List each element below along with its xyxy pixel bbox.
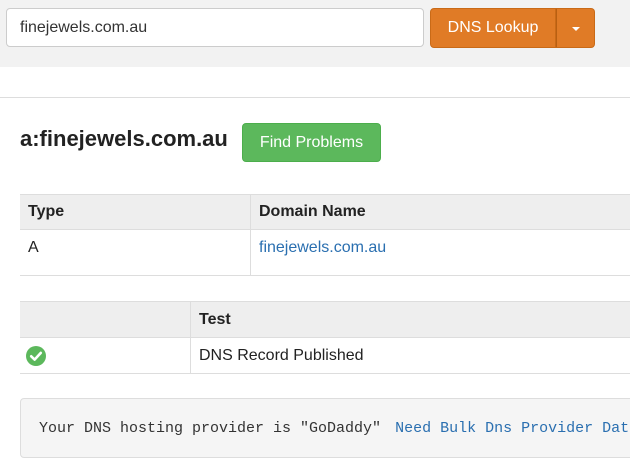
column-header-test: Test [190, 301, 630, 338]
provider-info-box: Your DNS hosting provider is "GoDaddy" Ne… [20, 398, 630, 458]
column-header-status [20, 301, 191, 338]
bulk-provider-data-link[interactable]: Need Bulk Dns Provider Data? [395, 420, 630, 437]
status-cell [20, 337, 191, 374]
record-type-cell: A [20, 229, 251, 276]
domain-link[interactable]: finejewels.com.au [259, 239, 386, 256]
test-name-cell: DNS Record Published [190, 337, 630, 374]
search-bar: DNS Lookup [0, 0, 630, 67]
provider-text: Your DNS hosting provider is "GoDaddy" [39, 420, 382, 437]
table-row: DNS Record Published [20, 337, 630, 374]
divider [0, 97, 630, 98]
domain-name-cell: finejewels.com.au [250, 229, 630, 276]
table-header-row: Test [20, 301, 630, 338]
dns-lookup-button[interactable]: DNS Lookup [430, 8, 556, 48]
column-header-domain-name: Domain Name [250, 194, 630, 230]
table-row: A finejewels.com.au [20, 229, 630, 276]
search-input[interactable] [6, 8, 424, 47]
table-header-row: Type Domain Name [20, 194, 630, 230]
find-problems-button[interactable]: Find Problems [242, 123, 381, 162]
column-header-type: Type [20, 194, 251, 230]
lookup-options-dropdown[interactable] [556, 8, 595, 48]
records-table: Type Domain Name A finejewels.com.au [20, 194, 630, 276]
caret-down-icon [572, 27, 580, 31]
page-title: a:finejewels.com.au [20, 126, 228, 151]
tests-table: Test DNS Record Published [20, 301, 630, 374]
check-circle-icon [26, 345, 46, 366]
